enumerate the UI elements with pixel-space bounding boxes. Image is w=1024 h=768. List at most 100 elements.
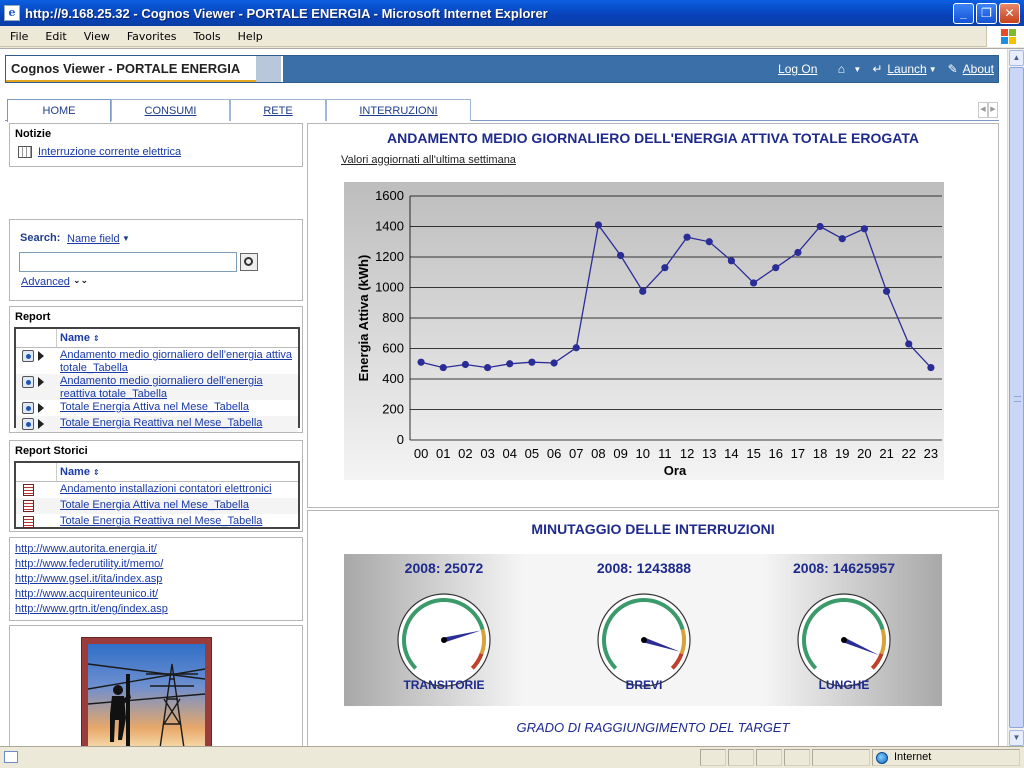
data-point (905, 340, 913, 348)
report-table: Name ⇕ Andamento medio giornaliero dell'… (14, 327, 300, 432)
calendar-icon (18, 146, 32, 158)
report-name-header[interactable]: Name ⇕ (60, 332, 100, 344)
status-bar: Internet (0, 746, 1024, 768)
external-link[interactable]: http://www.acquirenteunico.it/ (15, 587, 168, 602)
menu-edit[interactable]: Edit (35, 30, 73, 43)
data-point (417, 358, 425, 366)
tab-consumi[interactable]: CONSUMI (111, 99, 230, 121)
tab-interruzioni[interactable]: INTERRUZIONI (326, 99, 471, 121)
external-link[interactable]: http://www.federutility.it/memo/ (15, 557, 168, 572)
return-icon[interactable]: ↵ (870, 62, 884, 76)
table-row: Totale Energia Reattiva nel Mese_Tabella (16, 416, 298, 432)
x-tick-label: 14 (724, 446, 738, 461)
tab-scroll-left-icon[interactable]: ◀ (978, 102, 988, 118)
y-tick-label: 400 (382, 371, 404, 386)
gauge (597, 593, 691, 687)
x-tick-label: 05 (525, 446, 539, 461)
menu-view[interactable]: View (74, 30, 117, 43)
y-tick-label: 200 (382, 402, 404, 417)
vertical-scrollbar[interactable]: ▲ ▼ (1007, 49, 1024, 747)
scroll-up-icon[interactable]: ▲ (1009, 50, 1024, 66)
data-point (483, 363, 492, 372)
tab-scroll-right-icon[interactable]: ▶ (988, 102, 998, 118)
advanced-search-link[interactable]: Advanced (21, 276, 70, 288)
page-icon (4, 751, 18, 763)
table-row: Totale Energia Reattiva nel Mese_Tabella (16, 514, 298, 530)
report-icon (22, 418, 34, 430)
external-link[interactable]: http://www.autorita.energia.it/ (15, 542, 168, 557)
menu-favorites[interactable]: Favorites (117, 30, 184, 43)
y-tick-label: 1600 (375, 188, 404, 203)
report-storici-link[interactable]: Andamento installazioni contatori elettr… (60, 483, 300, 496)
gauge-hub (841, 637, 847, 643)
report-storici-link[interactable]: Totale Energia Attiva nel Mese_Tabella (60, 499, 300, 512)
scroll-thumb[interactable] (1009, 67, 1024, 728)
x-tick-label: 00 (414, 446, 428, 461)
report-storici-link[interactable]: Totale Energia Reattiva nel Mese_Tabella (60, 515, 300, 528)
y-axis-label: Energia Attiva (kWh) (356, 255, 371, 382)
chart-subtitle[interactable]: Valori aggiornati all'ultima settimana (341, 154, 516, 166)
x-tick-label: 15 (746, 446, 760, 461)
run-icon[interactable] (38, 377, 44, 387)
report-storici-title: Report Storici (15, 445, 88, 457)
x-tick-label: 04 (503, 446, 517, 461)
data-point (860, 225, 869, 233)
data-point (572, 344, 580, 352)
chevron-down-icon[interactable]: ▼ (122, 234, 130, 243)
search-label: Search: (20, 232, 61, 244)
external-link[interactable]: http://www.grtn.it/eng/index.asp (15, 602, 168, 617)
restore-button[interactable]: ❐ (976, 2, 997, 24)
home-icon[interactable]: ⌂ (834, 62, 848, 76)
x-tick-label: 20 (857, 446, 871, 461)
y-tick-label: 1400 (375, 219, 404, 234)
chevron-down-icon[interactable]: ▼ (853, 65, 861, 74)
report-link[interactable]: Totale Energia Attiva nel Mese_Tabella (60, 401, 300, 414)
gauge-name-label: TRANSITORIE (403, 678, 485, 692)
run-icon[interactable] (38, 419, 44, 429)
y-tick-label: 0 (397, 432, 404, 447)
x-tick-label: 03 (480, 446, 494, 461)
about-link[interactable]: About (963, 62, 994, 76)
scroll-down-icon[interactable]: ▼ (1009, 730, 1024, 746)
report-storici-name-header[interactable]: Name ⇕ (60, 466, 100, 478)
sort-icon[interactable]: ⇕ (93, 468, 100, 477)
run-icon[interactable] (38, 351, 44, 361)
gauge-footer: GRADO DI RAGGIUNGIMENTO DEL TARGET (516, 720, 790, 735)
close-button[interactable]: ✕ (999, 2, 1020, 24)
report-link[interactable]: Andamento medio giornaliero dell'energia… (60, 375, 300, 401)
data-point (439, 363, 447, 372)
notizie-item-link[interactable]: Interruzione corrente elettrica (38, 146, 181, 158)
report-link[interactable]: Totale Energia Reattiva nel Mese_Tabella (60, 417, 300, 430)
run-icon[interactable] (38, 403, 44, 413)
tab-home[interactable]: HOME (7, 99, 111, 122)
data-point (816, 222, 824, 231)
report-link[interactable]: Andamento medio giornaliero dell'energia… (60, 349, 300, 375)
launch-link[interactable]: Launch (887, 62, 926, 76)
sort-icon[interactable]: ⇕ (93, 334, 100, 343)
x-tick-label: 10 (636, 446, 650, 461)
menu-tools[interactable]: Tools (184, 30, 228, 43)
report-icon (22, 402, 34, 414)
energy-chart-panel: ANDAMENTO MEDIO GIORNALIERO DELL'ENERGIA… (307, 123, 999, 508)
data-point (927, 363, 935, 372)
search-button[interactable] (240, 253, 258, 271)
minimize-button[interactable]: _ (953, 2, 974, 24)
tab-rete[interactable]: RETE (230, 99, 326, 121)
chevron-down-icon[interactable]: ▼ (929, 65, 937, 74)
x-tick-label: 19 (835, 446, 849, 461)
data-point (794, 248, 802, 257)
x-tick-label: 18 (813, 446, 827, 461)
menu-file[interactable]: File (0, 30, 35, 43)
search-input[interactable] (19, 252, 237, 272)
menu-help[interactable]: Help (228, 30, 270, 43)
tab-bar: HOME CONSUMI RETE INTERRUZIONI ◀ ▶ (5, 99, 999, 122)
log-on-link[interactable]: Log On (778, 62, 817, 76)
double-chevron-down-icon[interactable]: ⌄⌄ (73, 275, 88, 286)
x-tick-label: 21 (879, 446, 893, 461)
header-nav: Log On ⌂ ▼ ↵ Launch ▼ ✎ About (778, 62, 998, 76)
x-tick-label: 12 (680, 446, 694, 461)
external-link[interactable]: http://www.gsel.it/ita/index.asp (15, 572, 168, 587)
search-field-selector[interactable]: Name field (67, 233, 120, 245)
x-tick-label: 13 (702, 446, 716, 461)
data-point (838, 235, 846, 243)
